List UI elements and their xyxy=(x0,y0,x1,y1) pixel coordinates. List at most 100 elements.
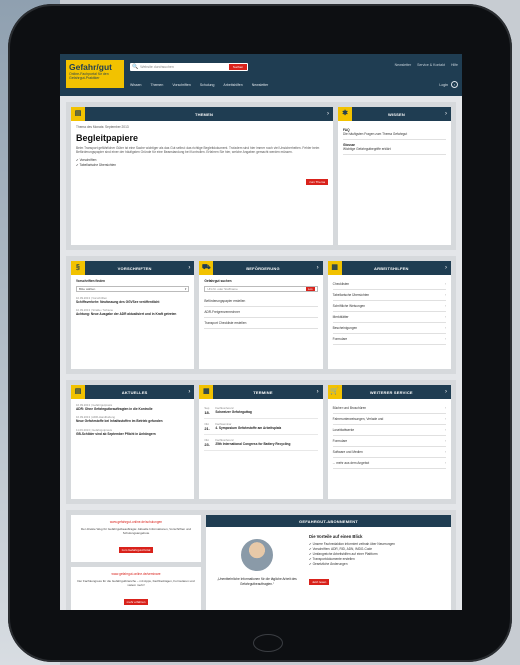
headline[interactable]: Begleitpapiere xyxy=(76,133,328,143)
card-header[interactable]: ▦ ARBEITSHILFEN › xyxy=(327,261,451,275)
benefits: Die Vorteile auf einen Blick ✔ Unsere Fa… xyxy=(309,531,446,609)
list-item[interactable]: Fahrerunterweisungen, Verlade und › xyxy=(332,414,446,425)
list-item[interactable]: ... mehr aus dem Angebot › xyxy=(332,458,446,469)
event-item[interactable]: Okt 23. Fachkonferenz 25th International C… xyxy=(204,435,318,451)
event-day: 21. xyxy=(204,426,210,431)
item-text: Die häufigsten Fragen zum Thema Gefahrgu… xyxy=(343,132,408,136)
logo[interactable]: Gefahr/gut Online-Fachportal für den Gef… xyxy=(66,60,124,88)
nav-item-vorschriften[interactable]: Vorschriften xyxy=(172,83,190,87)
card-header[interactable]: ✱ WISSEN › xyxy=(338,107,451,121)
list-item[interactable]: Loseblattwerke › xyxy=(332,425,446,436)
promo-text: Der Fachkongress für die Gefahrgutbranch… xyxy=(77,578,195,587)
go-button[interactable]: Los xyxy=(305,286,315,291)
card-vorschriften: § VORSCHRIFTEN › Vorschriften finden Bit… xyxy=(71,261,195,369)
select-value: Bitte wählen xyxy=(79,286,96,291)
chevron-right-icon: › xyxy=(444,337,446,341)
section-promos: www.gefahrgut-online.de/schulungen Der d… xyxy=(66,510,456,610)
chevron-right-icon: › xyxy=(188,389,191,395)
tool-link[interactable]: Transport Checkliste erstellen xyxy=(204,318,318,329)
chevron-right-icon: › xyxy=(316,389,319,395)
news-item[interactable]: 10.09.2013 | Vorschriften Schiffsverkehr… xyxy=(76,296,189,304)
list-item[interactable]: Formulare › xyxy=(332,334,446,345)
news-item[interactable]: 16.09.2013 | Gefahrgutpraxis ADR: Ohne G… xyxy=(76,403,189,411)
nav-item-arbeitshilfen[interactable]: Arbeitshilfen xyxy=(223,83,242,87)
list-item[interactable]: Formulare › xyxy=(332,436,446,447)
toplink-newsletter[interactable]: Newsletter xyxy=(395,63,412,67)
benefits-title: Die Vorteile auf einen Blick xyxy=(309,534,363,539)
page-body: ▤ THEMEN › Thema des Monats: September 2… xyxy=(60,96,462,610)
nav-item-newsletter[interactable]: Newsletter xyxy=(252,83,269,87)
dangerous-goods-search[interactable]: UN-Nr. oder Stoffname Los xyxy=(204,285,318,292)
list-item[interactable]: Bescheinigungen › xyxy=(332,323,446,334)
login-link[interactable]: Login › xyxy=(439,81,458,88)
news-title: ADR: Ohne Gefahrgutbeauftragten in die K… xyxy=(76,407,153,411)
tablet-screen: Gefahr/gut Online-Fachportal für den Gef… xyxy=(60,54,462,610)
chevron-right-icon: › xyxy=(327,111,329,117)
card-header[interactable]: 🛒 WEITERER SERVICE › xyxy=(327,385,451,399)
logo-text: Gefahr/gut xyxy=(69,62,112,72)
card-header[interactable]: ▤ AKTUELLES › xyxy=(71,385,195,399)
regulation-select[interactable]: Bitte wählen ▾ xyxy=(76,285,190,292)
section-news: ▤ AKTUELLES › 16.09.2013 | Gefahrgutprax… xyxy=(66,380,456,504)
promo-link[interactable]: www.gefahrgut-online.de/schulungen xyxy=(76,520,196,524)
to-topic-button[interactable]: zum Thema xyxy=(306,178,328,185)
card-arbeitshilfen: ▦ ARBEITSHILFEN › Checklisten › Tabellari… xyxy=(327,261,451,369)
chevron-right-icon: › xyxy=(444,315,446,319)
card-header[interactable]: ▤ THEMEN › xyxy=(71,107,333,121)
card-header[interactable]: GEFAHRGUT-ABONNEMENT xyxy=(206,515,451,527)
item-label: Formulare xyxy=(332,337,348,341)
promo-button[interactable]: zum Gefahrgut-Portal xyxy=(118,547,154,554)
toplink-help[interactable]: Hilfe xyxy=(451,63,458,67)
event-item[interactable]: Okt 21. Fachseminar 4. Symposium Gefahrsto… xyxy=(204,419,318,435)
field-label: Vorschriften finden xyxy=(76,279,105,283)
toplink-service[interactable]: Service & Kontakt xyxy=(417,63,445,67)
search-input[interactable]: Website durchsuchen xyxy=(140,65,229,69)
news-item[interactable]: 10.09.2013 | Straße / Schiene Achtung: N… xyxy=(76,308,189,316)
section-themen: ▤ THEMEN › Thema des Monats: September 2… xyxy=(66,102,456,250)
card-title: AKTUELLES xyxy=(121,389,148,395)
nav-item-wissen[interactable]: Wissen xyxy=(130,83,141,87)
search-button[interactable]: Suchen xyxy=(229,64,247,70)
card-title: BEFÖRDERUNG xyxy=(246,265,280,271)
promo-box: www.gefahrgut-online.de/seminare Der Fac… xyxy=(71,566,201,610)
event-day: 23. xyxy=(204,442,210,447)
card-body: FAQ Die häufigsten Fragen zum Thema Gefa… xyxy=(338,121,451,245)
item-label: Bücher und Broschüren xyxy=(332,406,367,410)
news-item[interactable]: 11.09.2013 | Gefahrgutpraxis GB-Schilder… xyxy=(76,428,189,436)
list-item[interactable]: Tabellarische Übersichten › xyxy=(332,290,446,301)
calendar-icon: ▦ xyxy=(199,385,214,399)
list-item[interactable]: Schriftliche Weisungen › xyxy=(332,301,446,312)
card-title: ARBEITSHILFEN xyxy=(374,265,409,271)
list-item[interactable]: Merkblätter › xyxy=(332,312,446,323)
check-item[interactable]: ✔ Tabellarische Übersichten xyxy=(76,163,328,168)
item-text: Wichtige Gefahrgutbegriffe erklärt xyxy=(343,147,391,151)
tool-link[interactable]: ADR-Freigrenzenrechner xyxy=(204,307,318,318)
card-header[interactable]: ▦ TERMINE › xyxy=(199,385,323,399)
chevron-right-icon: › xyxy=(444,326,446,330)
nav-item-themen[interactable]: Themen xyxy=(150,83,163,87)
list-item[interactable]: Checklisten › xyxy=(332,279,446,290)
news-item[interactable]: 16.09.2013 | ADR-Handhabung Neue Gefahrs… xyxy=(76,415,189,423)
list-item[interactable]: Software und Medien › xyxy=(332,447,446,458)
nav-item-schulung[interactable]: Schulung xyxy=(200,83,215,87)
search-box[interactable]: 🔍 Website durchsuchen Suchen xyxy=(130,63,248,71)
item-label: Merkblätter xyxy=(332,315,349,319)
list-item[interactable]: Bücher und Broschüren › xyxy=(332,403,446,414)
tool-link[interactable]: Beförderungspapier erstellen xyxy=(204,296,318,307)
card-header[interactable]: § VORSCHRIFTEN › xyxy=(71,261,195,275)
list-item[interactable]: FAQ Die häufigsten Fragen zum Thema Gefa… xyxy=(343,125,446,140)
chevron-right-icon: › xyxy=(445,111,447,117)
promo-link[interactable]: www.gefahrgut-online.de/seminare xyxy=(76,572,196,576)
logo-tagline: Online-Fachportal für den Gefahrgut-Prak… xyxy=(69,72,109,80)
promo-button[interactable]: mehr erfahren xyxy=(123,598,149,605)
news-title: Schiffsverkehr: Neufassung des GGVSee ve… xyxy=(76,299,160,304)
card-title: VORSCHRIFTEN xyxy=(117,265,152,271)
chevron-right-icon: › xyxy=(444,428,446,432)
card-body: 16.09.2013 | Gefahrgutpraxis ADR: Ohne G… xyxy=(71,399,194,499)
list-item[interactable]: Glossar Wichtige Gefahrgutbegriffe erklä… xyxy=(343,140,446,155)
card-header[interactable]: ⛟ BEFÖRDERUNG › xyxy=(199,261,323,275)
teaser-text: Beim Transport gefährlicher Güter ist ei… xyxy=(76,145,320,155)
card-body: Gefahrgut suchen UN-Nr. oder Stoffname Lo… xyxy=(199,275,322,369)
subscribe-button[interactable]: Jetzt lesen xyxy=(309,579,330,585)
event-item[interactable]: Sep 18. Fachkonferenz Schweizer Gefahrgutt… xyxy=(204,403,318,419)
